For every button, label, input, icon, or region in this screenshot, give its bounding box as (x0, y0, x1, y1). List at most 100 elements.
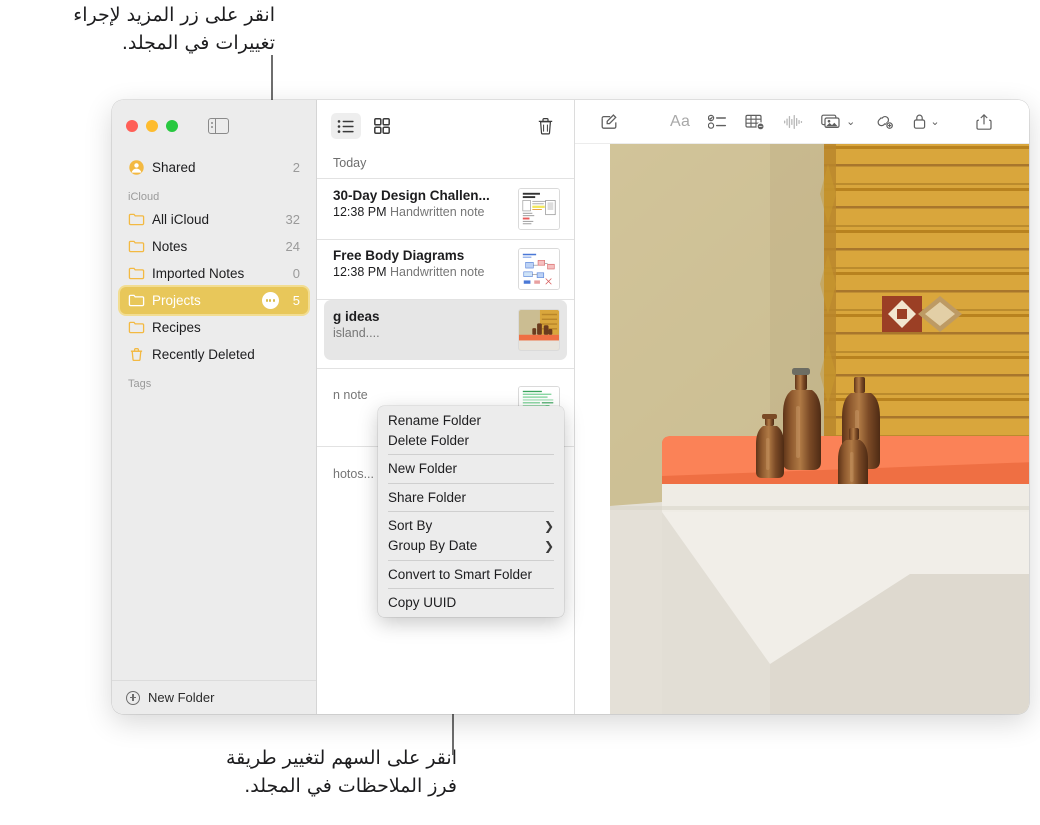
menu-item-new-folder[interactable]: New Folder (378, 459, 564, 479)
search-icon[interactable] (1019, 109, 1029, 135)
folder-icon (128, 238, 145, 255)
notes-app-window: Shared 2 iCloud All iCloud 32 Notes 24 I… (112, 100, 1029, 714)
menu-item-copy-uuid[interactable]: Copy UUID (378, 593, 564, 613)
bottles-photo-thumb (518, 308, 560, 351)
minimize-button[interactable] (146, 120, 158, 132)
link-icon[interactable] (864, 109, 903, 135)
note-preview: Handwritten note (390, 204, 485, 219)
note-list-item[interactable]: Free Body Diagrams 12:38 PM Handwritten … (317, 239, 574, 299)
menu-item-label: Sort By (388, 518, 433, 533)
chevron-down-icon: ⌄ (846, 116, 856, 128)
audio-waveform-icon[interactable] (774, 109, 812, 135)
sidebar-item-count: 5 (292, 293, 300, 308)
note-title: Free Body Diagrams (333, 248, 465, 263)
note-group-header: Today (333, 156, 367, 170)
chevron-down-icon: ⌄ (930, 116, 940, 128)
sidebar-item-shared[interactable]: Shared 2 (120, 154, 308, 181)
note-preview: island.... (333, 325, 380, 340)
sidebar-item-projects[interactable]: Projects 5 (120, 287, 308, 314)
menu-item-rename-folder[interactable]: Rename Folder (378, 410, 564, 430)
chevron-right-icon: ❯ (543, 518, 554, 533)
folder-icon (128, 211, 145, 228)
plus-circle-icon (126, 690, 140, 705)
new-folder-button[interactable]: New Folder (112, 680, 316, 714)
menu-item-label: Rename Folder (388, 412, 482, 428)
menu-item-label: Convert to Smart Folder (388, 566, 533, 582)
list-view-icon[interactable] (331, 113, 361, 139)
chevron-right-icon: ❯ (543, 538, 554, 553)
note-preview: hotos... (333, 466, 374, 481)
note-list-item[interactable]: 30-Day Design Challen... 12:38 PM Handwr… (317, 179, 574, 239)
share-icon[interactable] (967, 109, 1001, 135)
new-folder-label: New Folder (148, 690, 215, 705)
note-preview: Handwritten note (390, 265, 485, 279)
sidebar-item-count: 0 (292, 266, 300, 281)
menu-separator (388, 588, 554, 589)
sidebar-item-label: Imported Notes (152, 266, 245, 281)
gallery-view-icon[interactable] (367, 113, 397, 139)
sidebar-item-label: Notes (152, 239, 188, 254)
sidebar-item-recently-deleted[interactable]: Recently Deleted (120, 341, 308, 368)
table-icon[interactable] (736, 109, 774, 135)
menu-item-group-by-date[interactable]: Group By Date ❯ (378, 536, 564, 556)
note-title: g ideas (333, 308, 380, 324)
sidebar-item-count: 2 (292, 160, 300, 175)
format-aa-icon[interactable]: Aa (661, 109, 699, 135)
note-content-area (575, 144, 1029, 714)
menu-item-convert-to-smart-folder[interactable]: Convert to Smart Folder (378, 564, 564, 584)
sidebar-item-count: 32 (285, 212, 300, 227)
sidebar-item-label: All iCloud (152, 212, 210, 227)
note-detail-toolbar: Aa ⌄ ⌄ (575, 100, 1029, 144)
sidebar-item-label: Recently Deleted (152, 347, 255, 362)
folder-context-menu[interactable]: Rename Folder Delete Folder New Folder S… (378, 406, 564, 617)
menu-item-label: Share Folder (388, 489, 467, 505)
lock-icon[interactable]: ⌄ (903, 109, 948, 135)
sidebar-item-all-icloud[interactable]: All iCloud 32 (120, 206, 308, 233)
note-preview: n note (333, 388, 368, 402)
sidebar-item-label: Projects (152, 293, 201, 308)
sidebar: Shared 2 iCloud All iCloud 32 Notes 24 I… (112, 100, 317, 714)
sidebar-item-notes[interactable]: Notes 24 (120, 233, 308, 260)
sidebar-item-recipes[interactable]: Recipes (120, 314, 308, 341)
checklist-icon[interactable] (699, 109, 736, 135)
sidebar-item-imported-notes[interactable]: Imported Notes 0 (120, 260, 308, 287)
sidebar-toggle-icon[interactable] (208, 118, 229, 134)
menu-separator (388, 559, 554, 560)
sidebar-item-label: Recipes (152, 320, 201, 335)
note-list-item[interactable]: g ideas island.... (324, 299, 567, 360)
menu-item-sort-by[interactable]: Sort By ❯ (378, 516, 564, 536)
note-time: 12:38 PM (333, 265, 387, 279)
menu-item-share-folder[interactable]: Share Folder (378, 487, 564, 507)
sidebar-section-tags: Tags (128, 378, 152, 390)
menu-separator (388, 454, 554, 455)
zoom-button[interactable] (166, 120, 178, 132)
menu-item-label: Delete Folder (388, 432, 470, 448)
note-list-toolbar (317, 100, 574, 152)
folder-icon (128, 265, 145, 282)
media-icon[interactable]: ⌄ (812, 109, 864, 135)
callout-bottom-text: انقر على السهم لتغيير طريقة فرز الملاحظا… (225, 747, 457, 797)
diagram-thumb (518, 248, 560, 290)
note-detail-pane: Aa ⌄ ⌄ (575, 100, 1029, 714)
sidebar-section-icloud: iCloud (128, 191, 160, 203)
bottles-shelf-photo (609, 144, 1029, 714)
note-title: 30-Day Design Challen... (333, 187, 490, 203)
folder-icon (128, 292, 145, 309)
handwritten-sketch-thumb (518, 187, 560, 230)
menu-item-label: Copy UUID (388, 595, 457, 610)
format-aa-label: Aa (670, 112, 691, 130)
sidebar-item-count: 24 (285, 239, 300, 254)
callout-top-text: انقر على زر المزيد لإجراء تغييرات في الم… (73, 4, 275, 54)
close-button[interactable] (126, 120, 138, 132)
window-titlebar (112, 100, 316, 152)
menu-item-delete-folder[interactable]: Delete Folder (378, 430, 564, 450)
folder-icon (128, 319, 145, 336)
compose-icon[interactable] (591, 109, 627, 135)
trash-icon[interactable] (530, 113, 560, 139)
menu-item-label: New Folder (388, 461, 458, 476)
more-button[interactable] (261, 292, 279, 309)
sidebar-list: Shared 2 iCloud All iCloud 32 Notes 24 I… (112, 152, 316, 680)
menu-item-label: Group By Date (388, 538, 478, 553)
shared-person-icon (128, 159, 145, 176)
sidebar-item-label: Shared (152, 160, 196, 175)
